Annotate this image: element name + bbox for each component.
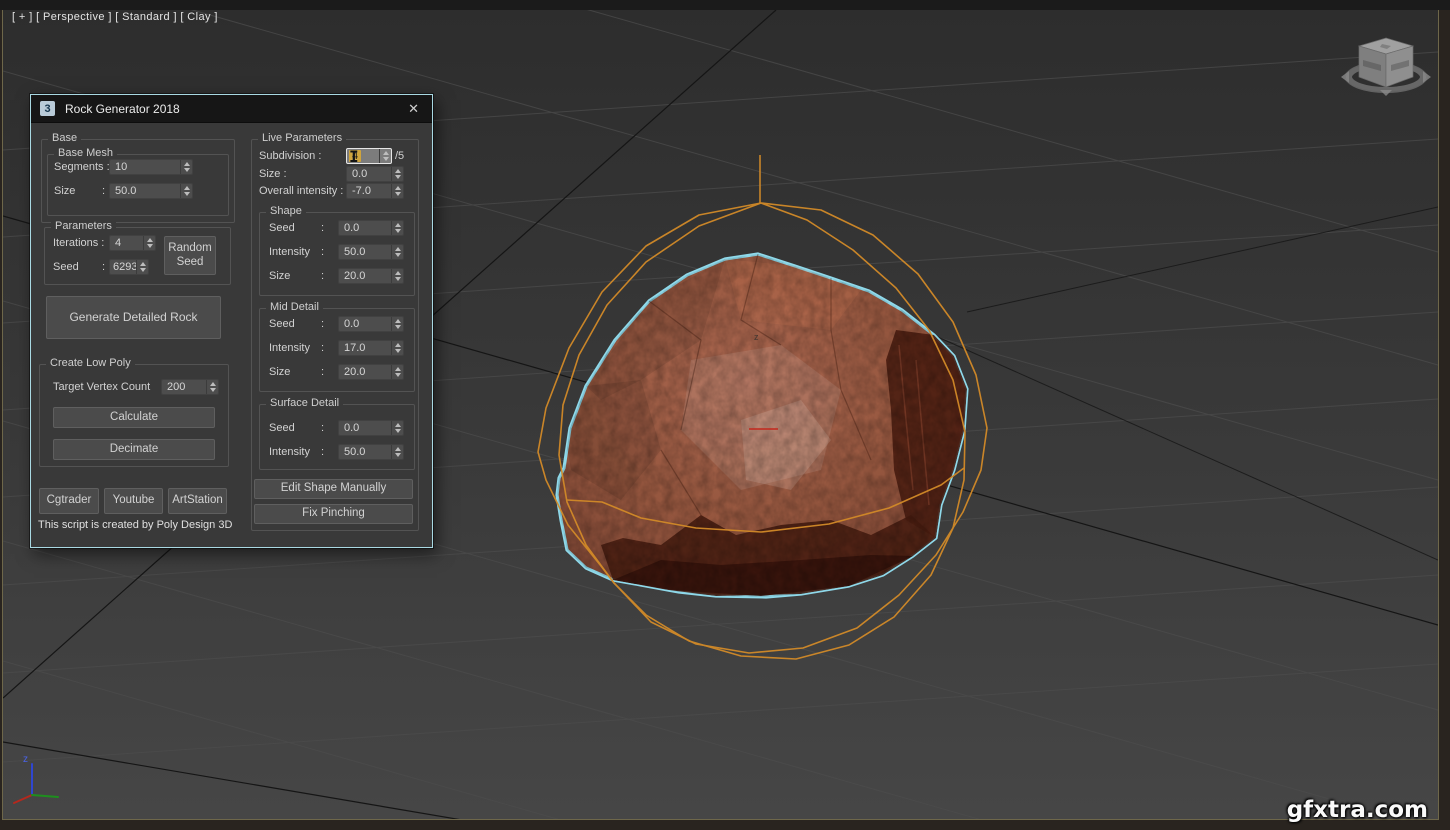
shape-intensity-label: Intensity	[269, 246, 310, 258]
seed-label: Seed	[53, 261, 79, 273]
spinner-arrows-icon[interactable]	[391, 317, 403, 331]
mid-intensity-spinner[interactable]: 17.0	[338, 340, 404, 356]
group-base-label: Base	[48, 132, 82, 144]
calculate-button[interactable]: Calculate	[53, 407, 215, 428]
close-icon[interactable]: ✕	[404, 100, 423, 117]
seed-colon: :	[102, 261, 106, 273]
fix-pinching-button[interactable]: Fix Pinching	[254, 504, 413, 524]
group-live-parameters-label: Live Parameters	[258, 132, 347, 144]
segments-spinner[interactable]: 10	[109, 159, 193, 175]
spinner-arrows-icon[interactable]	[180, 160, 192, 174]
shape-size-label: Size	[269, 270, 291, 282]
gizmo-z-label: z	[754, 332, 759, 342]
rock-mesh[interactable]	[541, 240, 986, 615]
spinner-arrows-icon[interactable]	[391, 221, 403, 235]
cgtrader-button[interactable]: Cgtrader	[39, 488, 99, 514]
watermark: gfxtra.com	[1286, 797, 1428, 823]
spinner-arrows-icon[interactable]	[391, 167, 403, 181]
viewport-label[interactable]: [ + ] [ Perspective ] [ Standard ] [ Cla…	[12, 11, 218, 23]
mid-size-label: Size	[269, 366, 291, 378]
rock-generator-dialog: 3 Rock Generator 2018 ✕ Base Base Mesh S…	[30, 94, 433, 548]
app-icon: 3	[40, 101, 55, 116]
mid-seed-spinner[interactable]: 0.0	[338, 316, 404, 332]
spinner-arrows-icon[interactable]	[391, 341, 403, 355]
credit-text: This script is created by Poly Design 3D	[38, 519, 233, 531]
colon: :	[321, 366, 325, 378]
spinner-arrows-icon[interactable]	[206, 380, 218, 394]
group-shape-label: Shape	[266, 205, 306, 217]
colon: :	[321, 270, 325, 282]
overall-intensity-spinner[interactable]: -7.0	[346, 183, 404, 199]
surface-intensity-label: Intensity	[269, 446, 310, 458]
spinner-arrows-icon[interactable]	[391, 365, 403, 379]
dialog-title: Rock Generator 2018	[65, 101, 180, 116]
size-label: Size	[54, 185, 76, 197]
svg-text:z: z	[23, 754, 28, 765]
target-vertex-count-label: Target Vertex Count	[53, 381, 151, 393]
colon: :	[321, 246, 325, 258]
shape-intensity-spinner[interactable]: 50.0	[338, 244, 404, 260]
group-create-low-poly-label: Create Low Poly	[46, 357, 135, 369]
spinner-arrows-icon[interactable]	[391, 421, 403, 435]
text-cursor-icon: I	[349, 147, 359, 166]
random-seed-button[interactable]: Random Seed	[164, 236, 216, 275]
spinner-arrows-icon[interactable]	[391, 245, 403, 259]
group-base-mesh-label: Base Mesh	[54, 147, 118, 159]
group-mid-detail-label: Mid Detail	[266, 301, 323, 313]
live-size-spinner[interactable]: 0.0	[346, 166, 404, 182]
spinner-arrows-icon[interactable]	[391, 184, 403, 198]
artstation-button[interactable]: ArtStation	[168, 488, 227, 514]
subdivision-label: Subdivision :	[259, 150, 322, 162]
view-cube[interactable]	[1341, 37, 1431, 96]
spinner-arrows-icon[interactable]	[180, 184, 192, 198]
colon: :	[321, 422, 325, 434]
overall-intensity-label: Overall intensity :	[259, 185, 344, 197]
mid-seed-label: Seed	[269, 318, 295, 330]
group-parameters-label: Parameters	[51, 220, 116, 232]
shape-seed-label: Seed	[269, 222, 295, 234]
generate-detailed-rock-button[interactable]: Generate Detailed Rock	[46, 296, 221, 339]
shape-size-spinner[interactable]: 20.0	[338, 268, 404, 284]
spinner-arrows-icon[interactable]	[136, 260, 148, 274]
decimate-button[interactable]: Decimate	[53, 439, 215, 460]
colon: :	[321, 342, 325, 354]
iterations-spinner[interactable]: 4	[109, 235, 156, 251]
colon: :	[321, 446, 325, 458]
base-size-spinner[interactable]: 50.0	[109, 183, 193, 199]
colon: :	[321, 222, 325, 234]
colon: :	[321, 318, 325, 330]
size-colon: :	[102, 185, 106, 197]
spinner-arrows-icon[interactable]	[143, 236, 155, 250]
subdivision-max: /5	[395, 150, 405, 162]
surface-intensity-spinner[interactable]: 50.0	[338, 444, 404, 460]
edit-shape-manually-button[interactable]: Edit Shape Manually	[254, 479, 413, 499]
iterations-label: Iterations :	[53, 237, 105, 249]
rock-shading	[557, 254, 967, 597]
window-top-strip	[0, 0, 1450, 10]
live-size-label: Size :	[259, 168, 287, 180]
spinner-arrows-icon[interactable]	[391, 269, 403, 283]
surface-seed-spinner[interactable]: 0.0	[338, 420, 404, 436]
group-surface-detail: Surface Detail	[259, 397, 415, 470]
target-vertex-count-spinner[interactable]: 200	[161, 379, 219, 395]
shape-seed-spinner[interactable]: 0.0	[338, 220, 404, 236]
mid-size-spinner[interactable]: 20.0	[338, 364, 404, 380]
world-axis-gizmo: z	[13, 754, 59, 804]
spinner-arrows-icon[interactable]	[391, 445, 403, 459]
surface-seed-label: Seed	[269, 422, 295, 434]
mid-intensity-label: Intensity	[269, 342, 310, 354]
segments-label: Segments :	[54, 161, 110, 173]
spinner-arrows-icon[interactable]	[379, 149, 391, 163]
group-surface-detail-label: Surface Detail	[266, 397, 344, 409]
youtube-button[interactable]: Youtube	[104, 488, 163, 514]
seed-spinner[interactable]: 6293	[109, 259, 149, 275]
dialog-title-bar[interactable]: 3 Rock Generator 2018 ✕	[31, 95, 432, 123]
